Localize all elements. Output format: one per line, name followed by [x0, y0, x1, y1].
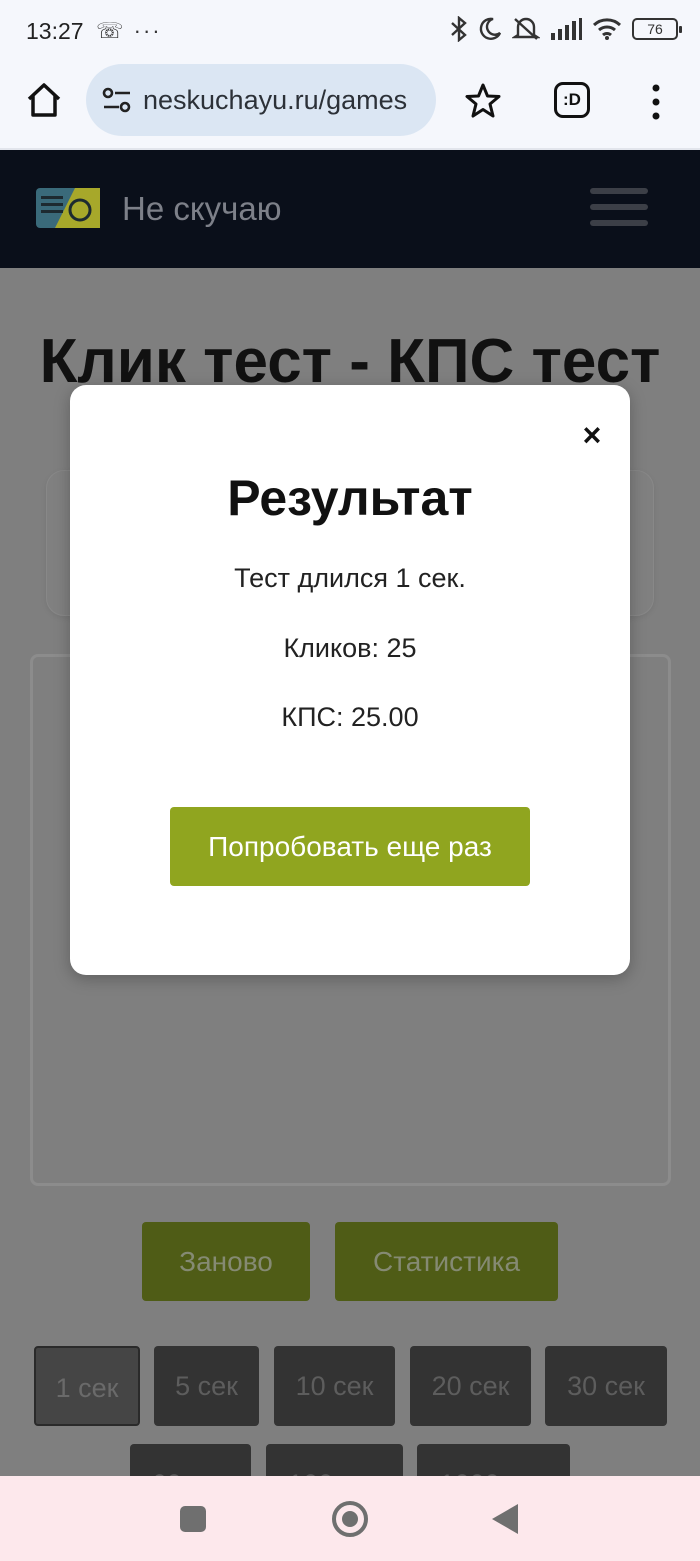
duration-button-1[interactable]: 1 сек: [34, 1346, 140, 1426]
tab-switcher-icon[interactable]: :D: [554, 82, 590, 118]
duration-result: Тест длился 1 сек.: [234, 563, 466, 593]
close-icon[interactable]: ×: [578, 419, 606, 451]
browser-toolbar: neskuchayu.ru/games :D: [0, 62, 700, 150]
battery-icon: 76: [632, 18, 682, 40]
restart-button[interactable]: Заново: [142, 1222, 310, 1301]
star-icon[interactable]: [464, 82, 502, 120]
status-bar: 13:27 ☏ ··· 76: [0, 0, 700, 62]
duration-button-20[interactable]: 20 сек: [410, 1346, 531, 1426]
statistics-button[interactable]: Статистика: [335, 1222, 558, 1301]
system-nav-bar: [0, 1476, 700, 1561]
site-settings-icon[interactable]: [102, 86, 132, 114]
wifi-icon: [592, 18, 622, 40]
moon-icon: [479, 17, 502, 40]
mute-icon: [512, 17, 540, 40]
home-circle-icon[interactable]: [332, 1501, 368, 1537]
bluetooth-icon: [451, 16, 467, 42]
duration-button-10[interactable]: 10 сек: [274, 1346, 395, 1426]
modal-title: Результат: [227, 470, 473, 526]
duration-button-30[interactable]: 30 сек: [545, 1346, 667, 1426]
status-icons: 76: [450, 16, 682, 42]
try-again-button[interactable]: Попробовать еще раз: [170, 807, 530, 886]
status-time: 13:27: [26, 18, 84, 44]
hamburger-menu-icon[interactable]: [590, 188, 648, 236]
back-icon[interactable]: [492, 1504, 518, 1534]
call-and-more-icon: ☏ ···: [96, 18, 162, 43]
site-name[interactable]: Не скучаю: [122, 190, 281, 228]
duration-button-5[interactable]: 5 сек: [154, 1346, 259, 1426]
signal-icon: [551, 18, 582, 40]
site-logo[interactable]: [35, 186, 101, 230]
url-text: neskuchayu.ru/games: [143, 85, 408, 115]
recent-apps-icon[interactable]: [180, 1506, 206, 1532]
clicks-result: Кликов: 25: [283, 633, 417, 663]
result-modal: × Результат Тест длился 1 сек. Кликов: 2…: [70, 385, 630, 975]
cps-result: КПС: 25.00: [281, 702, 419, 732]
menu-dots-icon[interactable]: [646, 82, 666, 122]
address-bar[interactable]: neskuchayu.ru/games: [86, 64, 436, 136]
home-icon[interactable]: [24, 80, 64, 120]
